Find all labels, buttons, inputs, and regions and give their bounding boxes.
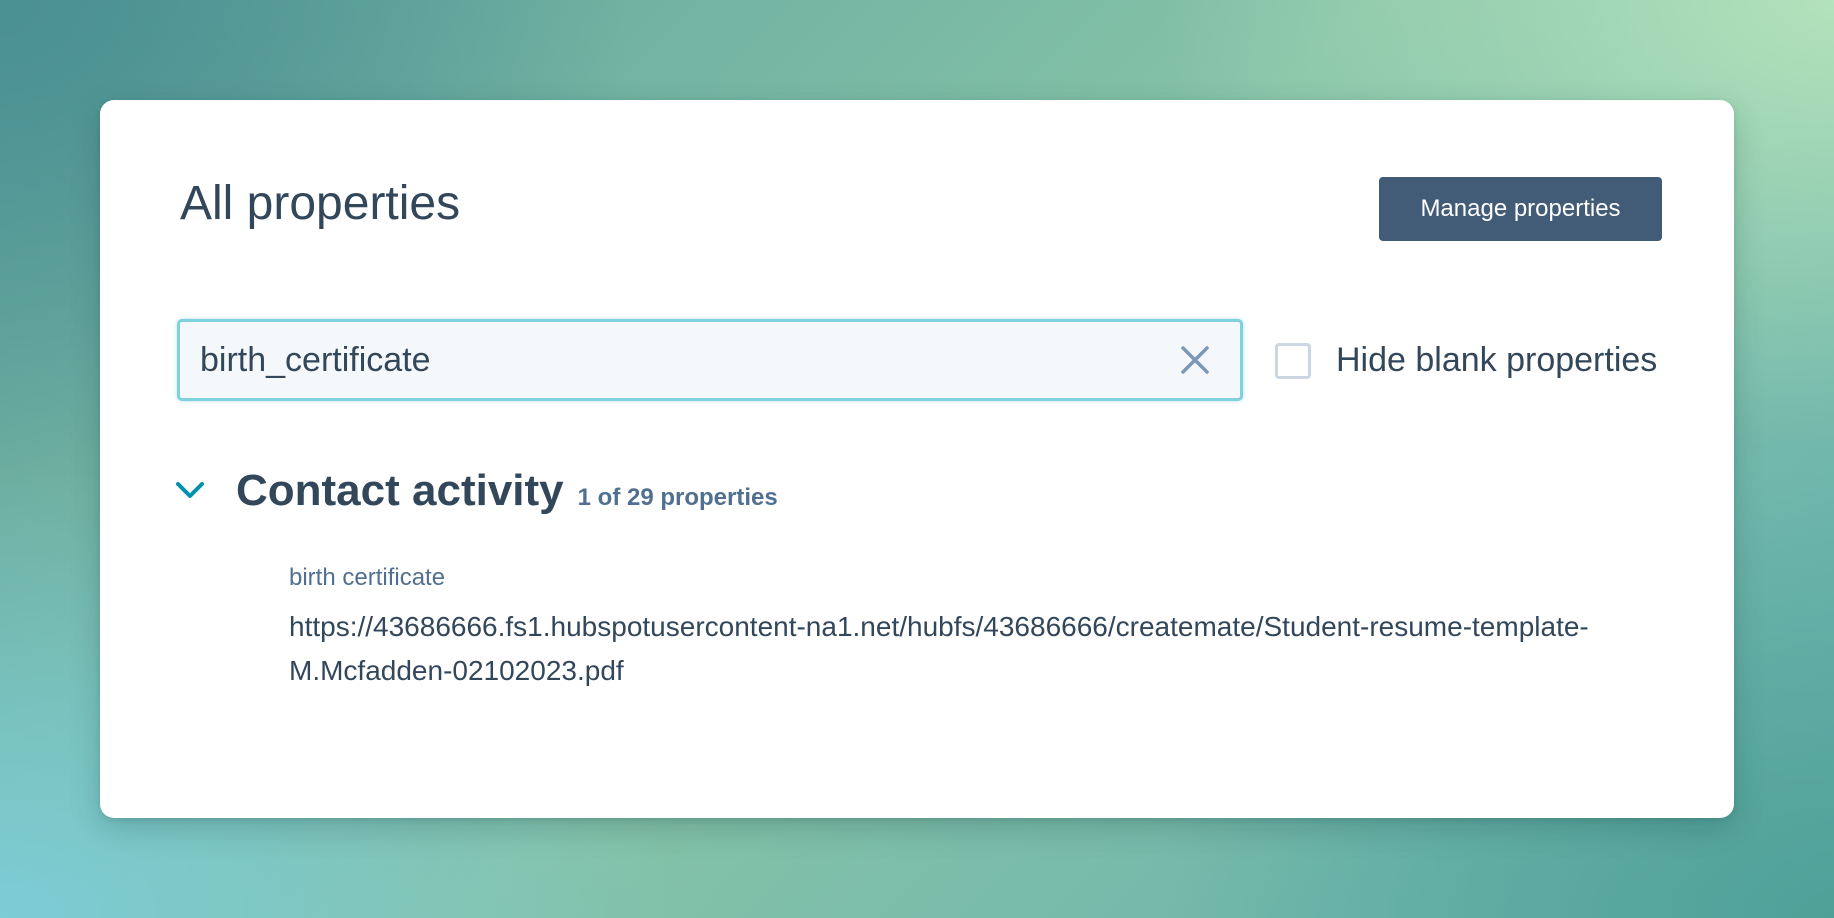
section-count: 1 of 29 properties (577, 484, 778, 511)
search-input[interactable] (200, 322, 1140, 398)
property-value: https://43686666.fs1.hubspotusercontent-… (289, 611, 1589, 686)
page-title: All properties (180, 177, 461, 230)
property-label: birth certificate (289, 564, 446, 591)
chevron-down-icon[interactable] (172, 473, 208, 509)
section-title[interactable]: Contact activity (236, 466, 564, 516)
hide-blank-toggle[interactable]: Hide blank properties (1275, 341, 1657, 380)
hide-blank-checkbox[interactable] (1275, 342, 1311, 379)
section-header-contact-activity: Contact activity 1 of 29 properties (172, 466, 778, 516)
manage-properties-button[interactable]: Manage properties (1379, 177, 1662, 241)
search-box (177, 319, 1243, 401)
hide-blank-label: Hide blank properties (1336, 341, 1658, 379)
properties-panel: All properties Manage properties Hide bl… (100, 100, 1734, 818)
close-icon[interactable] (1178, 343, 1212, 377)
